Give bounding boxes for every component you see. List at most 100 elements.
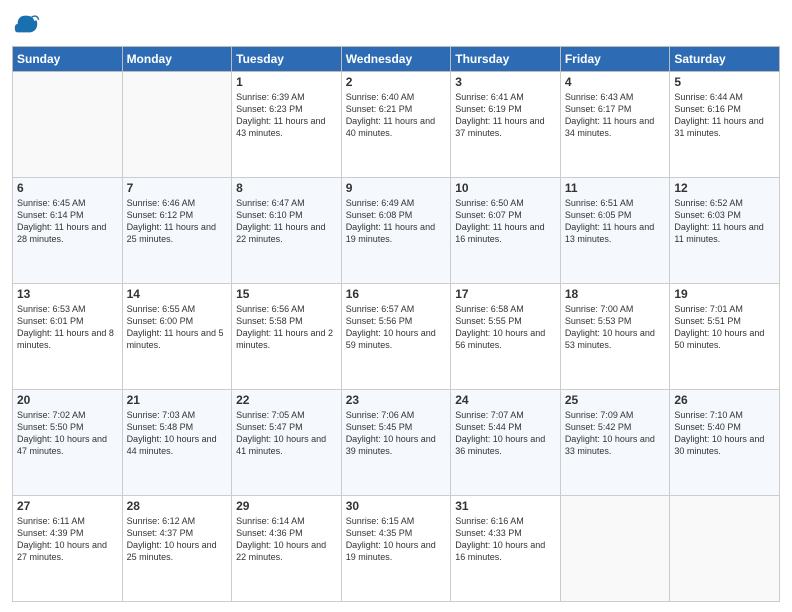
calendar-day-22: 22 Sunrise: 7:05 AMSunset: 5:47 PMDayligh… (232, 390, 342, 496)
col-header-tuesday: Tuesday (232, 47, 342, 72)
day-number: 12 (674, 181, 775, 195)
col-header-thursday: Thursday (451, 47, 561, 72)
day-number: 5 (674, 75, 775, 89)
day-number: 22 (236, 393, 337, 407)
day-info: Sunrise: 7:01 AMSunset: 5:51 PMDaylight:… (674, 303, 775, 352)
calendar-day-19: 19 Sunrise: 7:01 AMSunset: 5:51 PMDayligh… (670, 284, 780, 390)
header (12, 10, 780, 38)
day-number: 26 (674, 393, 775, 407)
day-info: Sunrise: 6:43 AMSunset: 6:17 PMDaylight:… (565, 91, 666, 140)
calendar-week-1: 1Sunrise: 6:39 AMSunset: 6:23 PMDaylight… (13, 72, 780, 178)
day-number: 21 (127, 393, 228, 407)
col-header-wednesday: Wednesday (341, 47, 451, 72)
day-info: Sunrise: 7:05 AMSunset: 5:47 PMDaylight:… (236, 409, 337, 458)
day-number: 19 (674, 287, 775, 301)
day-number: 18 (565, 287, 666, 301)
day-number: 16 (346, 287, 447, 301)
calendar-day-7: 7 Sunrise: 6:46 AMSunset: 6:12 PMDaylight… (122, 178, 232, 284)
day-info: Sunrise: 6:52 AMSunset: 6:03 PMDaylight:… (674, 197, 775, 246)
day-info: Sunrise: 6:40 AMSunset: 6:21 PMDaylight:… (346, 91, 447, 140)
day-number: 9 (346, 181, 447, 195)
day-number: 27 (17, 499, 118, 513)
page-container: SundayMondayTuesdayWednesdayThursdayFrid… (0, 0, 792, 612)
calendar-day-24: 24 Sunrise: 7:07 AMSunset: 5:44 PMDayligh… (451, 390, 561, 496)
logo-icon (12, 10, 40, 38)
calendar-empty (122, 72, 232, 178)
calendar-day-6: 6 Sunrise: 6:45 AMSunset: 6:14 PMDaylight… (13, 178, 123, 284)
day-number: 20 (17, 393, 118, 407)
calendar-day-17: 17 Sunrise: 6:58 AMSunset: 5:55 PMDayligh… (451, 284, 561, 390)
calendar-day-18: 18 Sunrise: 7:00 AMSunset: 5:53 PMDayligh… (560, 284, 670, 390)
day-info: Sunrise: 7:03 AMSunset: 5:48 PMDaylight:… (127, 409, 228, 458)
calendar-day-26: 26 Sunrise: 7:10 AMSunset: 5:40 PMDayligh… (670, 390, 780, 496)
day-info: Sunrise: 6:46 AMSunset: 6:12 PMDaylight:… (127, 197, 228, 246)
col-header-monday: Monday (122, 47, 232, 72)
calendar-day-16: 16 Sunrise: 6:57 AMSunset: 5:56 PMDayligh… (341, 284, 451, 390)
day-info: Sunrise: 6:45 AMSunset: 6:14 PMDaylight:… (17, 197, 118, 246)
day-info: Sunrise: 6:58 AMSunset: 5:55 PMDaylight:… (455, 303, 556, 352)
day-number: 30 (346, 499, 447, 513)
calendar-day-23: 23 Sunrise: 7:06 AMSunset: 5:45 PMDayligh… (341, 390, 451, 496)
calendar-day-27: 27 Sunrise: 6:11 AMSunset: 4:39 PMDayligh… (13, 496, 123, 602)
calendar-day-21: 21 Sunrise: 7:03 AMSunset: 5:48 PMDayligh… (122, 390, 232, 496)
day-info: Sunrise: 6:41 AMSunset: 6:19 PMDaylight:… (455, 91, 556, 140)
day-number: 6 (17, 181, 118, 195)
col-header-saturday: Saturday (670, 47, 780, 72)
day-info: Sunrise: 6:11 AMSunset: 4:39 PMDaylight:… (17, 515, 118, 564)
day-number: 3 (455, 75, 556, 89)
day-info: Sunrise: 7:06 AMSunset: 5:45 PMDaylight:… (346, 409, 447, 458)
day-info: Sunrise: 6:55 AMSunset: 6:00 PMDaylight:… (127, 303, 228, 352)
day-number: 25 (565, 393, 666, 407)
day-number: 17 (455, 287, 556, 301)
calendar-day-12: 12 Sunrise: 6:52 AMSunset: 6:03 PMDayligh… (670, 178, 780, 284)
calendar-week-2: 6 Sunrise: 6:45 AMSunset: 6:14 PMDaylight… (13, 178, 780, 284)
day-info: Sunrise: 7:10 AMSunset: 5:40 PMDaylight:… (674, 409, 775, 458)
calendar-day-20: 20 Sunrise: 7:02 AMSunset: 5:50 PMDayligh… (13, 390, 123, 496)
day-info: Sunrise: 6:15 AMSunset: 4:35 PMDaylight:… (346, 515, 447, 564)
calendar-day-28: 28 Sunrise: 6:12 AMSunset: 4:37 PMDayligh… (122, 496, 232, 602)
calendar-empty (13, 72, 123, 178)
day-info: Sunrise: 6:14 AMSunset: 4:36 PMDaylight:… (236, 515, 337, 564)
day-number: 8 (236, 181, 337, 195)
day-info: Sunrise: 6:16 AMSunset: 4:33 PMDaylight:… (455, 515, 556, 564)
day-number: 13 (17, 287, 118, 301)
day-info: Sunrise: 7:00 AMSunset: 5:53 PMDaylight:… (565, 303, 666, 352)
calendar-day-5: 5 Sunrise: 6:44 AMSunset: 6:16 PMDaylight… (670, 72, 780, 178)
day-info: Sunrise: 7:02 AMSunset: 5:50 PMDaylight:… (17, 409, 118, 458)
logo (12, 10, 44, 38)
calendar-day-31: 31 Sunrise: 6:16 AMSunset: 4:33 PMDayligh… (451, 496, 561, 602)
day-number: 15 (236, 287, 337, 301)
day-info: Sunrise: 6:57 AMSunset: 5:56 PMDaylight:… (346, 303, 447, 352)
day-number: 10 (455, 181, 556, 195)
col-header-friday: Friday (560, 47, 670, 72)
day-info: Sunrise: 6:44 AMSunset: 6:16 PMDaylight:… (674, 91, 775, 140)
day-number: 14 (127, 287, 228, 301)
day-info: Sunrise: 6:12 AMSunset: 4:37 PMDaylight:… (127, 515, 228, 564)
calendar-empty (670, 496, 780, 602)
day-number: 29 (236, 499, 337, 513)
day-info: Sunrise: 6:51 AMSunset: 6:05 PMDaylight:… (565, 197, 666, 246)
day-number: 11 (565, 181, 666, 195)
day-info: Sunrise: 7:09 AMSunset: 5:42 PMDaylight:… (565, 409, 666, 458)
calendar-day-2: 2Sunrise: 6:40 AMSunset: 6:21 PMDaylight… (341, 72, 451, 178)
calendar-day-10: 10Sunrise: 6:50 AMSunset: 6:07 PMDayligh… (451, 178, 561, 284)
calendar-day-29: 29 Sunrise: 6:14 AMSunset: 4:36 PMDayligh… (232, 496, 342, 602)
day-info: Sunrise: 6:56 AMSunset: 5:58 PMDaylight:… (236, 303, 337, 352)
day-number: 23 (346, 393, 447, 407)
calendar-empty (560, 496, 670, 602)
calendar-table: SundayMondayTuesdayWednesdayThursdayFrid… (12, 46, 780, 602)
calendar-day-25: 25 Sunrise: 7:09 AMSunset: 5:42 PMDayligh… (560, 390, 670, 496)
day-number: 7 (127, 181, 228, 195)
calendar-day-14: 14 Sunrise: 6:55 AMSunset: 6:00 PMDayligh… (122, 284, 232, 390)
day-number: 24 (455, 393, 556, 407)
calendar-header-row: SundayMondayTuesdayWednesdayThursdayFrid… (13, 47, 780, 72)
calendar-day-30: 30 Sunrise: 6:15 AMSunset: 4:35 PMDayligh… (341, 496, 451, 602)
day-info: Sunrise: 6:53 AMSunset: 6:01 PMDaylight:… (17, 303, 118, 352)
day-number: 31 (455, 499, 556, 513)
calendar-day-1: 1Sunrise: 6:39 AMSunset: 6:23 PMDaylight… (232, 72, 342, 178)
calendar-day-13: 13 Sunrise: 6:53 AMSunset: 6:01 PMDayligh… (13, 284, 123, 390)
day-info: Sunrise: 7:07 AMSunset: 5:44 PMDaylight:… (455, 409, 556, 458)
calendar-day-11: 11 Sunrise: 6:51 AMSunset: 6:05 PMDayligh… (560, 178, 670, 284)
day-number: 4 (565, 75, 666, 89)
day-number: 28 (127, 499, 228, 513)
